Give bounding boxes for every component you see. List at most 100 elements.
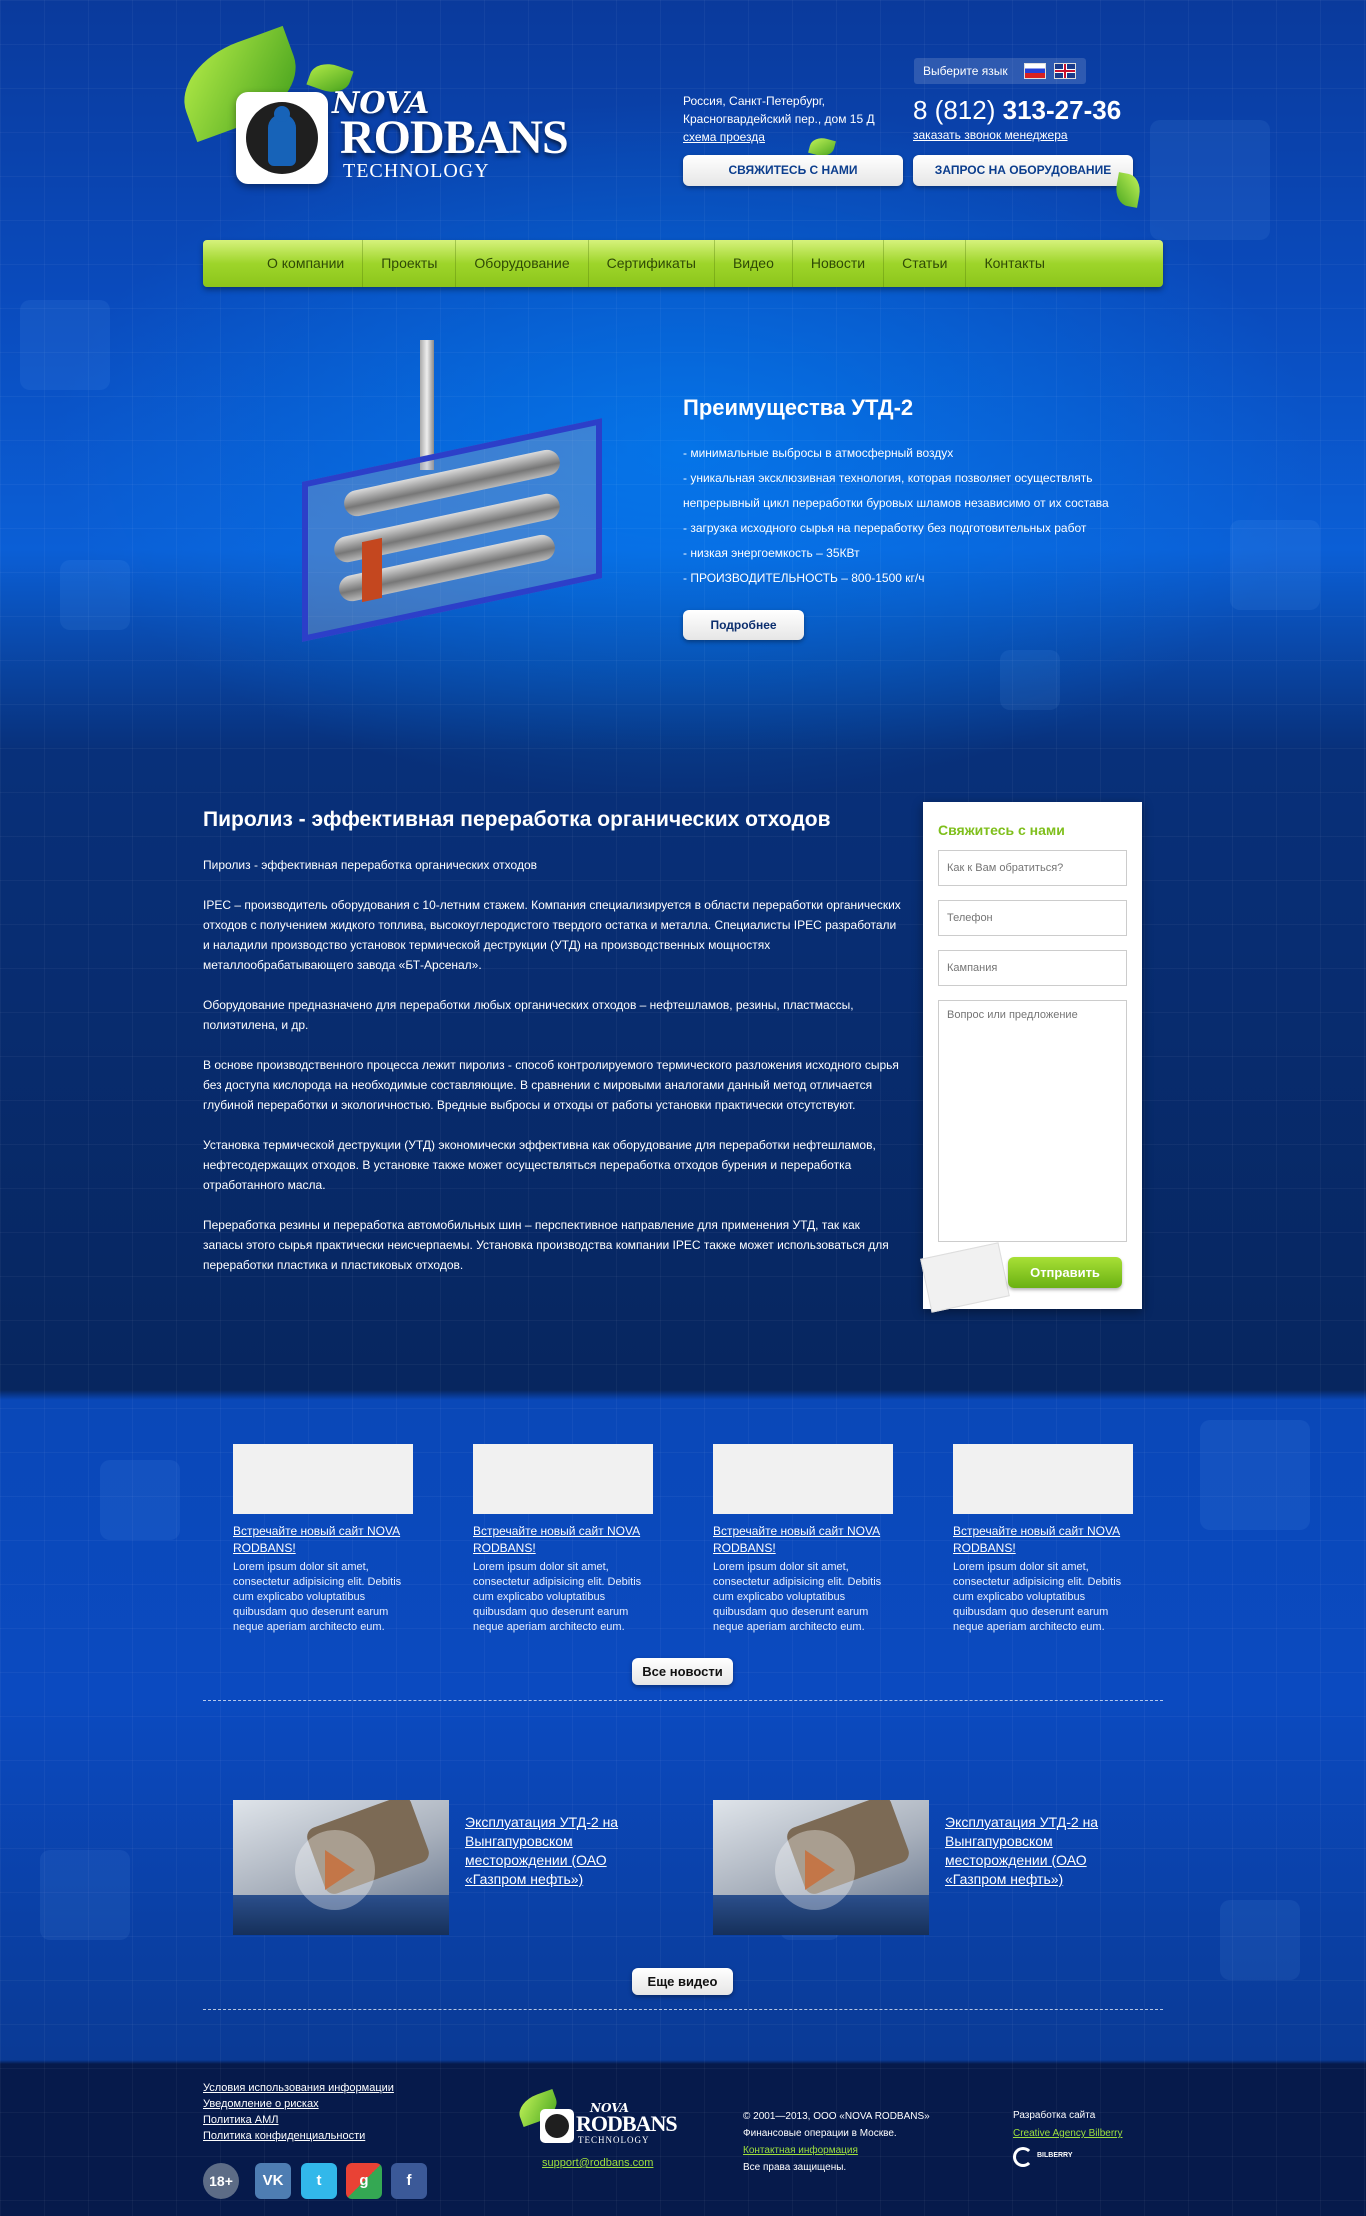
nav-item-video[interactable]: Видео xyxy=(715,240,793,287)
news-excerpt: Lorem ipsum dolor sit amet, consectetur … xyxy=(473,1561,642,1633)
paragraph: Переработка резины и переработка автомоб… xyxy=(203,1218,889,1272)
news-title-link[interactable]: Встречайте новый сайт NOVA RODBANS! xyxy=(713,1523,893,1557)
nav-item-news[interactable]: Новости xyxy=(793,240,885,287)
developer-link[interactable]: Creative Agency Bilberry xyxy=(1013,2125,1123,2143)
utd2-machine-image xyxy=(262,340,642,680)
news-item: Встречайте новый сайт NOVA RODBANS! Lore… xyxy=(233,1444,413,1635)
copyright-block: © 2001—2013, ООО «NOVA RODBANS» Финансов… xyxy=(743,2108,930,2176)
language-selector: Выберите язык xyxy=(914,58,1086,84)
company-field[interactable] xyxy=(938,950,1127,986)
nav-item-contacts[interactable]: Контакты xyxy=(966,240,1062,287)
address-line-2: Красногвардейский пер., дом 15 Д xyxy=(683,112,875,126)
vk-icon[interactable]: VK xyxy=(255,2163,291,2199)
page-title: Пиролиз - эффективная переработка органи… xyxy=(203,808,831,831)
developer-label: Разработка сайта xyxy=(1013,2110,1096,2121)
contact-us-button[interactable]: СВЯЖИТЕСЬ С НАМИ xyxy=(683,155,903,186)
article-body: Пиролиз - эффективная переработка органи… xyxy=(203,855,903,1295)
news-item: Встречайте новый сайт NOVA RODBANS! Lore… xyxy=(713,1444,893,1635)
nav-item-projects[interactable]: Проекты xyxy=(363,240,457,287)
play-icon[interactable] xyxy=(295,1830,375,1910)
footer-links: Условия использования информации Уведомл… xyxy=(203,2080,394,2144)
question-field[interactable] xyxy=(938,1000,1127,1242)
flag-ru-icon[interactable] xyxy=(1024,63,1046,79)
age-restriction-icon: 18+ xyxy=(203,2163,239,2199)
leaf-icon xyxy=(1113,172,1143,208)
rights-text: Все права защищены. xyxy=(743,2162,847,2173)
facebook-icon[interactable]: f xyxy=(391,2163,427,2199)
callback-link[interactable]: заказать звонок менеджера xyxy=(913,128,1068,142)
paragraph: Установка термической деструкции (УТД) э… xyxy=(203,1138,876,1192)
nav-item-equipment[interactable]: Оборудование xyxy=(456,240,589,287)
address-line-1: Россия, Санкт-Петербург, xyxy=(683,94,826,108)
footer-link-aml[interactable]: Политика АМЛ xyxy=(203,2112,394,2128)
map-link[interactable]: схема проезда xyxy=(683,130,765,144)
news-excerpt: Lorem ipsum dolor sit amet, consectetur … xyxy=(233,1561,402,1633)
news-thumbnail[interactable] xyxy=(713,1444,893,1514)
main-navigation: О компании Проекты Оборудование Сертифик… xyxy=(203,240,1163,287)
footer-link-terms[interactable]: Условия использования информации xyxy=(203,2080,394,2096)
finance-text: Финансовые операции в Москве. xyxy=(743,2128,897,2139)
developer-block: Разработка сайта Creative Agency Bilberr… xyxy=(1013,2107,1123,2143)
video-title-link[interactable]: Эксплуатация УТД-2 на Вынгапуровском мес… xyxy=(945,1813,1145,1889)
copyright-text: © 2001—2013, ООО «NOVA RODBANS» xyxy=(743,2111,930,2122)
nav-item-articles[interactable]: Статьи xyxy=(884,240,967,287)
support-email-link[interactable]: support@rodbans.com xyxy=(542,2157,653,2169)
google-plus-icon[interactable]: g xyxy=(346,2163,382,2199)
nav-item-about[interactable]: О компании xyxy=(249,240,364,287)
news-thumbnail[interactable] xyxy=(473,1444,653,1514)
footer-logo[interactable]: NOVA RODBANS TECHNOLOGY xyxy=(514,2088,678,2155)
flag-uk-icon[interactable] xyxy=(1054,63,1076,79)
logo-text-rodbans: RODBANS xyxy=(576,2111,678,2136)
advantages-list: - минимальные выбросы в атмосферный возд… xyxy=(683,441,1143,591)
language-label: Выберите язык xyxy=(923,64,1008,78)
video-thumbnail[interactable] xyxy=(233,1800,449,1935)
list-item: - ПРОИЗВОДИТЕЛЬНОСТЬ – 800-1500 кг/ч xyxy=(683,571,925,585)
logo-text-technology: TECHNOLOGY xyxy=(578,2135,650,2145)
bilberry-logo[interactable]: BILBERRY xyxy=(1013,2145,1073,2169)
video-title-link[interactable]: Эксплуатация УТД-2 на Вынгапуровском мес… xyxy=(465,1813,665,1889)
envelope-icon xyxy=(920,1242,1010,1313)
all-news-button[interactable]: Все новости xyxy=(632,1658,733,1685)
more-details-button[interactable]: Подробнее xyxy=(683,610,804,640)
list-item: - загрузка исходного сырья на переработк… xyxy=(683,521,1087,535)
nav-item-certificates[interactable]: Сертификаты xyxy=(589,240,715,287)
news-excerpt: Lorem ipsum dolor sit amet, consectetur … xyxy=(953,1561,1122,1633)
equipment-request-button[interactable]: ЗАПРОС НА ОБОРУДОВАНИЕ xyxy=(913,155,1133,186)
phone-field[interactable] xyxy=(938,900,1127,936)
address-block: Россия, Санкт-Петербург, Красногвардейск… xyxy=(683,92,893,146)
paragraph: В основе производственного процесса лежи… xyxy=(203,1058,899,1112)
logo-text-technology: TECHNOLOGY xyxy=(343,160,490,182)
phone-prefix: 8 (812) xyxy=(913,95,996,125)
hero-title: Преимущества УТД-2 xyxy=(683,395,914,420)
news-excerpt: Lorem ipsum dolor sit amet, consectetur … xyxy=(713,1561,882,1633)
name-field[interactable] xyxy=(938,850,1127,886)
bilberry-logo-text: BILBERRY xyxy=(1037,2152,1073,2159)
paragraph: IPEC – производитель оборудования с 10-л… xyxy=(203,898,901,972)
submit-button[interactable]: Отправить xyxy=(1008,1257,1122,1288)
footer-link-risks[interactable]: Уведомление о рисках xyxy=(203,2096,394,2112)
list-item: - низкая энергоемкость – 35КВт xyxy=(683,546,860,560)
play-icon[interactable] xyxy=(775,1830,855,1910)
news-title-link[interactable]: Встречайте новый сайт NOVA RODBANS! xyxy=(953,1523,1133,1557)
form-title: Свяжитесь с нами xyxy=(938,822,1065,838)
logo-emblem xyxy=(540,2109,574,2143)
paragraph: Пиролиз - эффективная переработка органи… xyxy=(203,858,537,872)
contact-info-link[interactable]: Контактная информация xyxy=(743,2145,858,2156)
news-title-link[interactable]: Встречайте новый сайт NOVA RODBANS! xyxy=(233,1523,413,1557)
contact-form: Свяжитесь с нами Отправить xyxy=(920,802,1142,1313)
site-logo[interactable]: NOVA RODBANS TECHNOLOGY xyxy=(169,25,569,194)
list-item: - минимальные выбросы в атмосферный возд… xyxy=(683,446,954,460)
news-thumbnail[interactable] xyxy=(233,1444,413,1514)
news-title-link[interactable]: Встречайте новый сайт NOVA RODBANS! xyxy=(473,1523,653,1557)
phone-main: 313-27-36 xyxy=(1002,95,1122,125)
phone-number: 8 (812) 313-27-36 xyxy=(913,95,1121,126)
divider xyxy=(203,2009,1163,2010)
news-thumbnail[interactable] xyxy=(953,1444,1133,1514)
video-thumbnail[interactable] xyxy=(713,1800,929,1935)
footer-link-privacy[interactable]: Политика конфиденциальности xyxy=(203,2128,394,2144)
logo-text-rodbans: RODBANS xyxy=(340,111,569,164)
more-videos-button[interactable]: Еще видео xyxy=(632,1968,733,1995)
divider xyxy=(203,1700,1163,1701)
twitter-icon[interactable]: t xyxy=(301,2163,337,2199)
bilberry-icon xyxy=(1013,2147,1033,2167)
